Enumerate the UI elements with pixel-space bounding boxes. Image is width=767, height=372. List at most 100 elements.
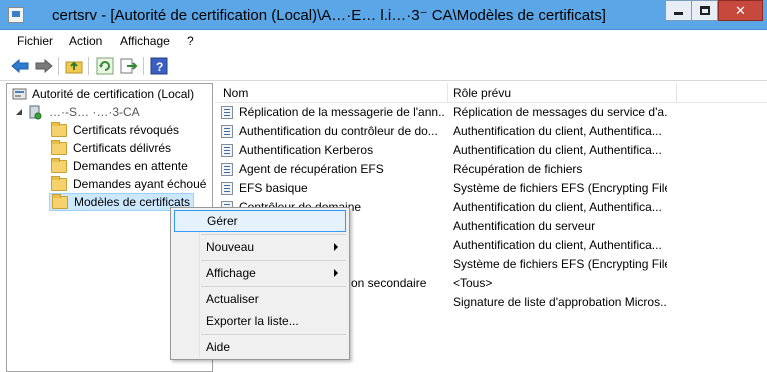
menu-bar: Fichier Action Affichage ?: [0, 30, 767, 51]
table-row[interactable]: Agent de récupération EFS Récupération d…: [215, 160, 767, 179]
toolbar-separator: [88, 57, 89, 75]
context-menu-item-exporter[interactable]: Exporter la liste...: [174, 310, 346, 332]
title-bar: certsrv - [Autorité de certification (Lo…: [0, 0, 767, 30]
table-row[interactable]: Réplication de la messagerie de l'ann...…: [215, 103, 767, 122]
forward-button[interactable]: [34, 56, 54, 76]
menu-separator: [201, 286, 346, 287]
cell-name: Agent de récupération EFS: [239, 162, 384, 176]
up-folder-icon: [65, 61, 83, 74]
context-menu: Gérer Nouveau Affichage Actualiser Expor…: [170, 207, 350, 360]
menu-action[interactable]: Action: [69, 34, 102, 48]
submenu-arrow-icon: [334, 243, 338, 251]
submenu-arrow-icon: [334, 269, 338, 277]
tree-item-ca-server[interactable]: …·-S… ·…·3-CA: [15, 103, 140, 121]
tree-item-label: …·-S… ·…·3-CA: [49, 105, 140, 119]
cell-name: EFS basique: [239, 181, 308, 195]
cell-role: Authentification du client, Authentifica…: [453, 200, 662, 214]
cell-role: Récupération de fichiers: [453, 162, 583, 176]
menu-item-label: Aide: [206, 340, 231, 354]
toolbar-separator: [58, 57, 59, 75]
template-icon: [221, 144, 233, 157]
context-menu-item-gerer[interactable]: Gérer: [174, 210, 346, 232]
close-icon: ✕: [735, 2, 746, 18]
menu-fichier[interactable]: Fichier: [17, 34, 53, 48]
maximize-button[interactable]: [692, 0, 718, 21]
forward-arrow-icon: [35, 59, 53, 73]
folder-icon: [51, 139, 67, 155]
menu-affichage[interactable]: Affichage: [120, 34, 170, 48]
menu-separator: [201, 260, 346, 261]
cell-name: Authentification Kerberos: [239, 143, 374, 157]
template-icon: [221, 163, 233, 176]
folder-icon: [52, 193, 68, 209]
column-header-name[interactable]: Nom: [223, 86, 248, 100]
tree-item-issued-certs[interactable]: Certificats délivrés: [51, 139, 171, 157]
refresh-button[interactable]: [95, 56, 115, 76]
minimize-button[interactable]: [665, 0, 692, 21]
column-divider[interactable]: [676, 83, 677, 103]
template-icon: [221, 125, 233, 138]
menu-separator: [201, 334, 346, 335]
table-row[interactable]: Authentification Kerberos Authentificati…: [215, 141, 767, 160]
refresh-icon: [96, 57, 114, 75]
up-folder-button[interactable]: [64, 56, 84, 76]
export-list-button[interactable]: [119, 56, 139, 76]
context-menu-item-actualiser[interactable]: Actualiser: [174, 288, 346, 310]
cell-name: Authentification du contrôleur de do...: [239, 124, 438, 138]
certsrv-app-icon[interactable]: [8, 7, 24, 23]
cell-role: <Tous>: [453, 276, 493, 290]
context-menu-item-aide[interactable]: Aide: [174, 336, 346, 358]
cell-role: Système de fichiers EFS (Encrypting File…: [453, 257, 667, 271]
tree-item-label: Demandes ayant échoué: [73, 177, 207, 191]
cell-role: Authentification du client, Authentifica…: [453, 143, 662, 157]
expand-collapse-icon[interactable]: [15, 108, 23, 116]
back-button[interactable]: [10, 56, 30, 76]
cell-name: on secondaire: [351, 276, 427, 290]
cell-role: Authentification du client, Authentifica…: [453, 238, 662, 252]
table-row[interactable]: EFS basique Système de fichiers EFS (Enc…: [215, 179, 767, 198]
list-header: Nom Rôle prévu: [215, 83, 767, 103]
tree-item-label: Certificats délivrés: [73, 141, 172, 155]
menu-item-label: Gérer: [207, 214, 238, 228]
close-button[interactable]: ✕: [718, 0, 763, 21]
cell-role: Authentification du client, Authentifica…: [453, 124, 662, 138]
cell-role: Système de fichiers EFS (Encrypting File…: [453, 181, 667, 195]
folder-icon: [51, 175, 67, 191]
table-row[interactable]: Authentification du contrôleur de do... …: [215, 122, 767, 141]
cell-role: Authentification du serveur: [453, 219, 596, 233]
menu-item-label: Exporter la liste...: [206, 314, 299, 328]
tree-item-ca-local[interactable]: Autorité de certification (Local): [12, 85, 194, 103]
maximize-icon: [699, 6, 710, 15]
toolbar: ?: [0, 51, 767, 81]
tree-item-failed-requests[interactable]: Demandes ayant échoué: [51, 175, 206, 193]
minimize-icon: [674, 12, 683, 15]
certificate-authority-icon: [12, 88, 27, 100]
template-icon: [221, 182, 233, 195]
menu-item-label: Nouveau: [206, 240, 255, 254]
cell-role: Signature de liste d'approbation Micros.…: [453, 295, 667, 309]
svg-text:?: ?: [156, 60, 163, 74]
column-divider[interactable]: [447, 83, 448, 103]
menu-item-label: Affichage: [206, 266, 256, 280]
column-header-role[interactable]: Rôle prévu: [453, 86, 511, 100]
tree-item-revoked-certs[interactable]: Certificats révoqués: [51, 121, 179, 139]
back-arrow-icon: [11, 59, 29, 73]
context-menu-item-nouveau[interactable]: Nouveau: [174, 236, 346, 258]
toolbar-separator: [143, 57, 144, 75]
window-title: certsrv - [Autorité de certification (Lo…: [52, 7, 606, 24]
menu-item-label: Actualiser: [206, 292, 259, 306]
export-icon: [120, 58, 138, 74]
template-icon: [221, 106, 233, 119]
folder-icon: [51, 121, 67, 137]
help-icon: ?: [150, 57, 168, 75]
menu-help[interactable]: ?: [187, 34, 194, 48]
help-button[interactable]: ?: [149, 56, 169, 76]
cell-role: Réplication de messages du service d'a..…: [453, 105, 667, 119]
tree-item-pending-requests[interactable]: Demandes en attente: [51, 157, 188, 175]
tree-item-label: Autorité de certification (Local): [32, 87, 195, 101]
ca-server-icon: [29, 105, 42, 119]
tree-item-label: Certificats révoqués: [73, 123, 180, 137]
context-menu-item-affichage[interactable]: Affichage: [174, 262, 346, 284]
tree-item-label: Demandes en attente: [73, 159, 188, 173]
menu-separator: [201, 234, 346, 235]
